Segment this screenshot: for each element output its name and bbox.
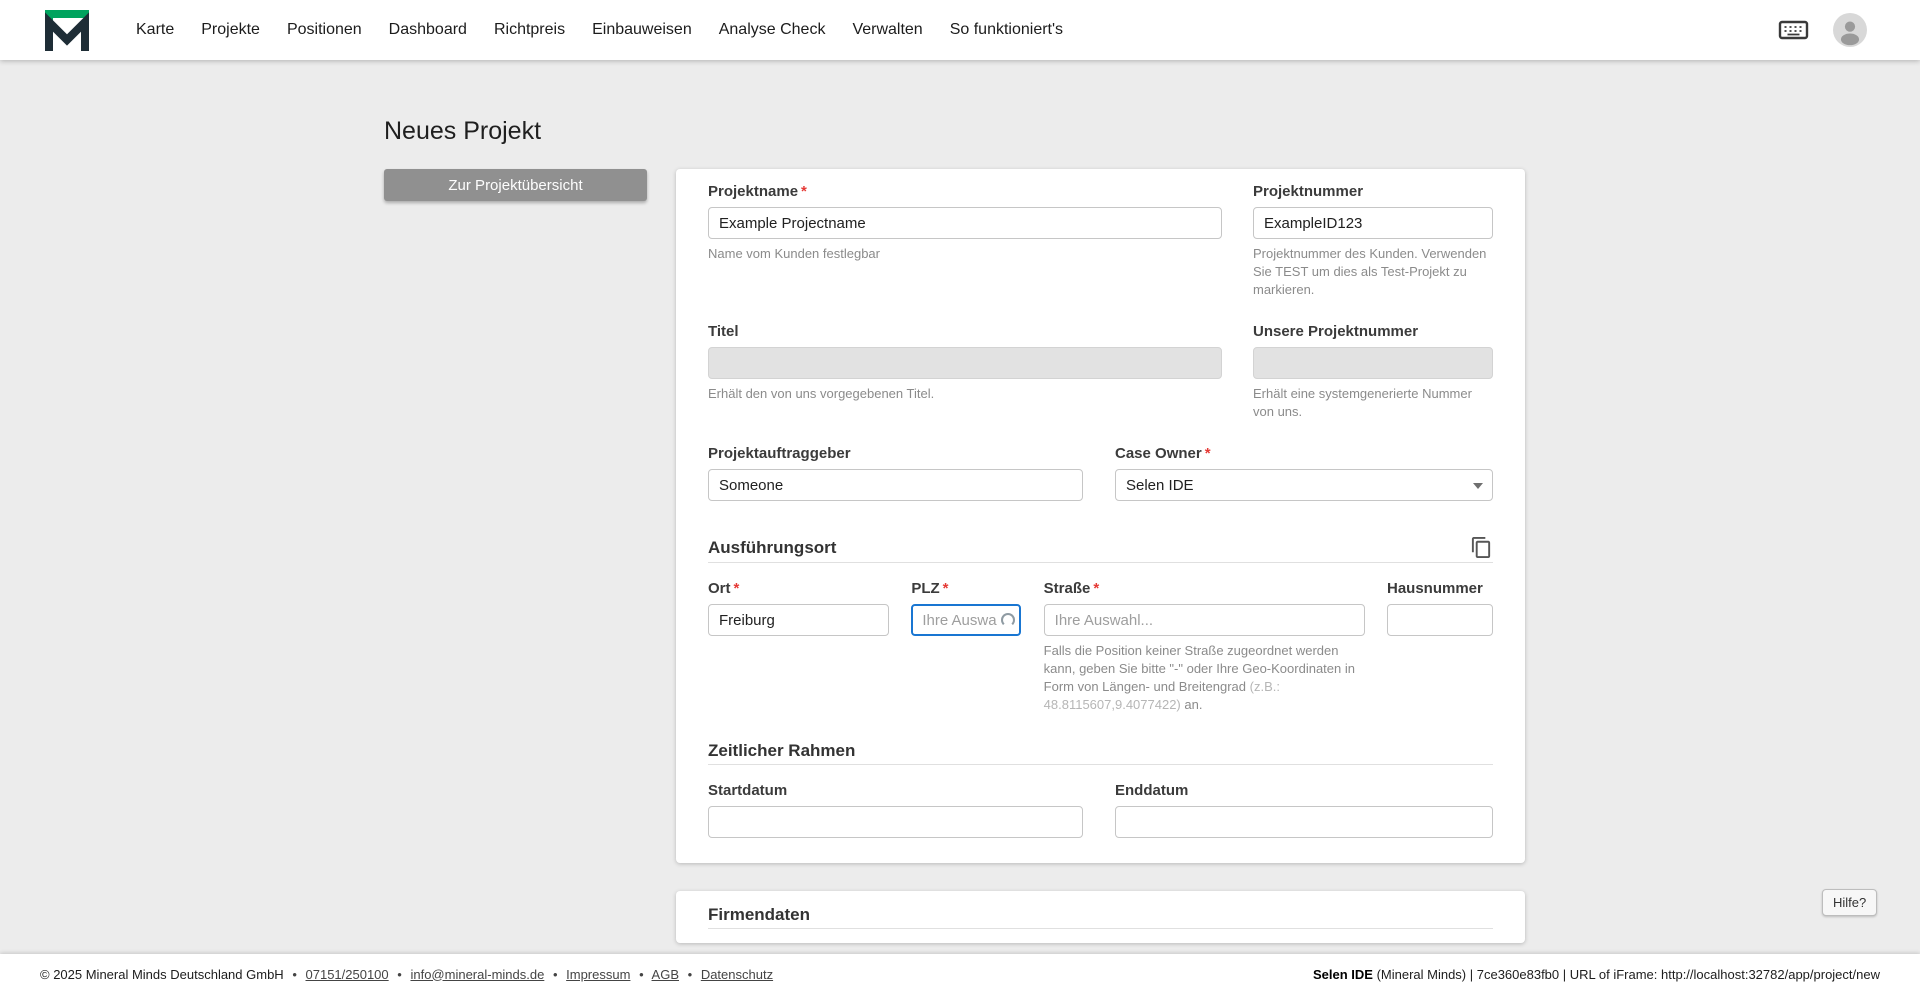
nav-item-projekte[interactable]: Projekte	[201, 21, 260, 39]
footer-link-datenschutz[interactable]: Datenschutz	[701, 967, 773, 982]
nav-item-verwalten[interactable]: Verwalten	[852, 21, 922, 39]
section-title-zeitlicher-rahmen: Zeitlicher Rahmen	[708, 741, 856, 760]
session-info: Selen IDE (Mineral Minds) | 7ce360e83fb0…	[1313, 967, 1880, 982]
projektname-input[interactable]	[708, 207, 1222, 239]
nav-item-so-funktionierts[interactable]: So funktioniert's	[950, 21, 1063, 39]
nav-item-analyse-check[interactable]: Analyse Check	[719, 21, 826, 39]
footer-link-agb[interactable]: AGB	[652, 967, 679, 982]
footer-link-phone[interactable]: 07151/250100	[306, 967, 389, 982]
copy-icon[interactable]	[1470, 536, 1493, 559]
form-row: Titel Erhält den von uns vorgegebenen Ti…	[708, 323, 1493, 421]
section-title-ausfuehrungsort: Ausführungsort	[708, 538, 837, 557]
footer-session-text: (Mineral Minds) | 7ce360e83fb0 | URL of …	[1376, 966, 1880, 982]
separator: •	[687, 966, 693, 982]
main-nav: Karte Projekte Positionen Dashboard Rich…	[136, 21, 1063, 39]
footer-left: © 2025 Mineral Minds Deutschland GmbH • …	[40, 967, 773, 982]
hausnummer-input[interactable]	[1386, 604, 1493, 636]
nav-item-richtpreis[interactable]: Richtpreis	[494, 21, 565, 39]
unsere-projektnummer-label: Unsere Projektnummer	[1253, 323, 1419, 340]
required-asterisk: *	[942, 580, 949, 597]
nav-item-karte[interactable]: Karte	[136, 21, 174, 39]
titel-label: Titel	[708, 323, 739, 340]
ort-input[interactable]	[708, 604, 889, 636]
footer: © 2025 Mineral Minds Deutschland GmbH • …	[0, 954, 1920, 994]
form-row: Projektname* Name vom Kunden festlegbar …	[708, 183, 1493, 299]
top-nav-bar: Karte Projekte Positionen Dashboard Rich…	[0, 0, 1920, 60]
enddatum-input[interactable]	[1115, 806, 1493, 838]
required-asterisk: *	[801, 183, 807, 200]
firmendaten-card: Firmendaten	[676, 891, 1525, 943]
form-row: Projektauftraggeber Case Owner* Selen ID…	[708, 445, 1493, 501]
projektauftraggeber-input[interactable]	[708, 469, 1083, 501]
required-asterisk: *	[733, 580, 740, 597]
section-title-firmendaten: Firmendaten	[708, 905, 811, 924]
case-owner-label: Case Owner *	[1115, 445, 1211, 462]
separator: •	[639, 966, 644, 982]
separator: •	[552, 966, 558, 982]
nav-item-einbauweisen[interactable]: Einbauweisen	[592, 21, 692, 39]
plz-label: PLZ *	[911, 580, 949, 597]
projektname-helper: Name vom Kunden festlegbar	[708, 246, 880, 261]
ort-label: Ort *	[708, 580, 740, 597]
case-owner-value: Selen IDE	[1126, 476, 1194, 494]
projektname-label: Projektname *	[708, 183, 807, 200]
enddatum-label: Enddatum	[1115, 782, 1189, 799]
footer-link-email[interactable]: info@mineral-minds.de	[410, 967, 544, 982]
footer-user-name: Selen IDE	[1312, 966, 1373, 982]
projektauftraggeber-label: Projektauftraggeber	[708, 445, 851, 462]
mineral-minds-logo-icon[interactable]	[44, 9, 90, 51]
startdatum-input[interactable]	[708, 806, 1083, 838]
projektnummer-input[interactable]	[1253, 207, 1493, 239]
separator: •	[292, 966, 297, 982]
separator: •	[397, 966, 402, 982]
strasse-helper: Falls die Position keiner Straße zugeord…	[1043, 643, 1355, 712]
titel-helper: Erhält den von uns vorgegebenen Titel.	[708, 386, 935, 401]
nav-item-dashboard[interactable]: Dashboard	[389, 21, 467, 39]
chevron-down-icon	[1473, 483, 1483, 489]
case-owner-select[interactable]: Selen IDE	[1115, 469, 1493, 501]
nav-item-positionen[interactable]: Positionen	[287, 21, 362, 39]
footer-link-impressum[interactable]: Impressum	[566, 967, 630, 982]
new-project-form-card: Projektname* Name vom Kunden festlegbar …	[676, 169, 1525, 863]
page-title: Neues Projekt	[384, 117, 542, 145]
user-avatar-icon[interactable]	[1833, 0, 1867, 60]
unsere-projektnummer-input	[1253, 347, 1493, 379]
titel-input	[708, 347, 1222, 379]
projektnummer-helper: Projektnummer des Kunden. Verwenden Sie …	[1253, 246, 1487, 297]
section-ausfuehrungsort-header: Ausführungsort	[708, 536, 1493, 563]
strasse-label: Straße *	[1043, 580, 1100, 597]
copyright-text: © 2025 Mineral Minds Deutschland GmbH	[40, 966, 284, 982]
required-asterisk: *	[1204, 445, 1211, 462]
required-asterisk: *	[1093, 580, 1100, 597]
projektnummer-label: Projektnummer	[1253, 183, 1364, 200]
form-row: Startdatum Enddatum	[708, 782, 1493, 838]
unsere-projektnummer-helper: Erhält eine systemgenerierte Nummer von …	[1253, 386, 1472, 419]
startdatum-label: Startdatum	[708, 782, 788, 799]
help-button[interactable]: Hilfe?	[1822, 889, 1878, 916]
section-zeitlicher-rahmen-header: Zeitlicher Rahmen	[708, 740, 1493, 765]
hausnummer-label: Hausnummer	[1386, 580, 1483, 597]
strasse-input[interactable]	[1043, 604, 1365, 636]
section-firmendaten-header: Firmendaten	[708, 904, 1493, 929]
back-to-project-overview-button[interactable]: Zur Projektübersicht	[384, 169, 647, 201]
server-icon[interactable]	[1778, 0, 1809, 60]
form-row: Ort* PLZ* Straße* Falls die Position kei…	[708, 580, 1493, 714]
